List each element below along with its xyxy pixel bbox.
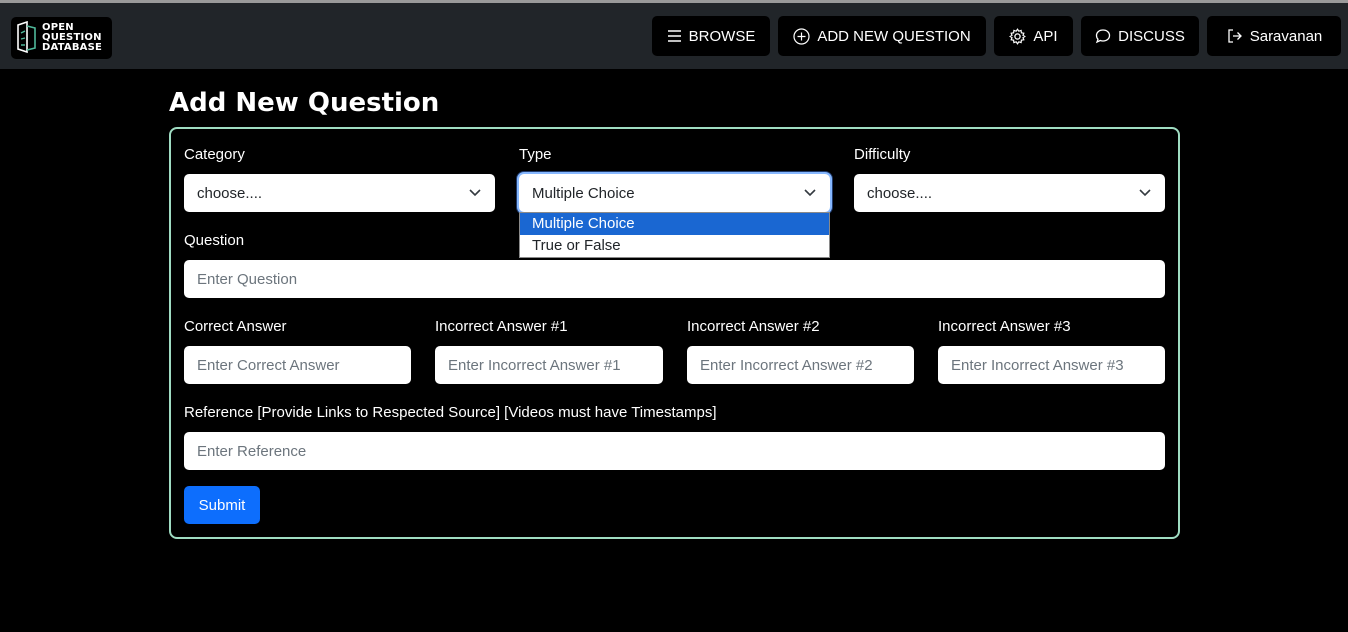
type-option-true-or-false[interactable]: True or False [520, 235, 829, 257]
site-logo[interactable]: OPEN QUESTION DATABASE [11, 17, 112, 59]
difficulty-label: Difficulty [854, 146, 911, 163]
type-select[interactable]: Multiple Choice [519, 174, 830, 212]
incorrect-answer-3-label: Incorrect Answer #3 [938, 318, 1071, 335]
nav-api-button[interactable]: API [994, 16, 1073, 56]
correct-answer-label: Correct Answer [184, 318, 287, 335]
nav-user-name: Saravanan [1249, 27, 1323, 45]
logo-text-line3: DATABASE [42, 42, 103, 53]
category-select-value: choose.... [197, 184, 263, 202]
correct-answer-placeholder: Enter Correct Answer [197, 356, 340, 374]
chevron-down-icon [804, 189, 816, 197]
incorrect-answer-1-label: Incorrect Answer #1 [435, 318, 568, 335]
incorrect-answer-1-placeholder: Enter Incorrect Answer #1 [448, 356, 621, 374]
nav-discuss-button[interactable]: DISCUSS [1081, 16, 1199, 56]
type-label: Type [519, 146, 552, 163]
question-label: Question [184, 232, 245, 249]
type-dropdown-list: Multiple Choice True or False [519, 212, 830, 258]
incorrect-answer-2-input[interactable]: Enter Incorrect Answer #2 [687, 346, 914, 384]
incorrect-answer-3-placeholder: Enter Incorrect Answer #3 [951, 356, 1124, 374]
category-label: Category [184, 146, 245, 163]
incorrect-answer-1-input[interactable]: Enter Incorrect Answer #1 [435, 346, 663, 384]
nav-browse-label: BROWSE [688, 27, 756, 45]
category-select[interactable]: choose.... [184, 174, 495, 212]
difficulty-select-value: choose.... [867, 184, 933, 202]
chevron-down-icon [1139, 189, 1151, 197]
logo-text: OPEN QUESTION DATABASE [42, 23, 102, 53]
question-input[interactable]: Enter Question [184, 260, 1165, 298]
incorrect-answer-3-input[interactable]: Enter Incorrect Answer #3 [938, 346, 1165, 384]
top-navbar: OPEN QUESTION DATABASE BROWSE ADD NEW QU… [0, 3, 1348, 69]
incorrect-answer-2-placeholder: Enter Incorrect Answer #2 [700, 356, 873, 374]
logout-icon [1228, 29, 1242, 43]
nav-api-label: API [1033, 27, 1058, 45]
list-icon [667, 30, 681, 42]
nav-add-new-question-label: ADD NEW QUESTION [817, 27, 971, 45]
nav-browse-button[interactable]: BROWSE [652, 16, 770, 56]
question-input-placeholder: Enter Question [197, 270, 298, 288]
page-title: Add New Question [169, 88, 440, 118]
chat-bubble-icon [1096, 29, 1111, 44]
nav-add-new-question-button[interactable]: ADD NEW QUESTION [778, 16, 986, 56]
submit-button[interactable]: Submit [184, 486, 260, 524]
type-option-multiple-choice[interactable]: Multiple Choice [520, 213, 829, 235]
correct-answer-input[interactable]: Enter Correct Answer [184, 346, 411, 384]
nav-user-logout-button[interactable]: Saravanan [1207, 16, 1341, 56]
reference-input-placeholder: Enter Reference [197, 442, 307, 460]
reference-input[interactable]: Enter Reference [184, 432, 1165, 470]
nav-discuss-label: DISCUSS [1118, 27, 1185, 45]
chevron-down-icon [469, 189, 481, 197]
difficulty-select[interactable]: choose.... [854, 174, 1165, 212]
plus-circle-icon [793, 27, 810, 45]
logo-mark-icon [17, 21, 36, 54]
type-select-value: Multiple Choice [532, 184, 635, 202]
incorrect-answer-2-label: Incorrect Answer #2 [687, 318, 820, 335]
reference-label: Reference [Provide Links to Respected So… [184, 404, 717, 421]
gear-icon [1009, 27, 1027, 45]
